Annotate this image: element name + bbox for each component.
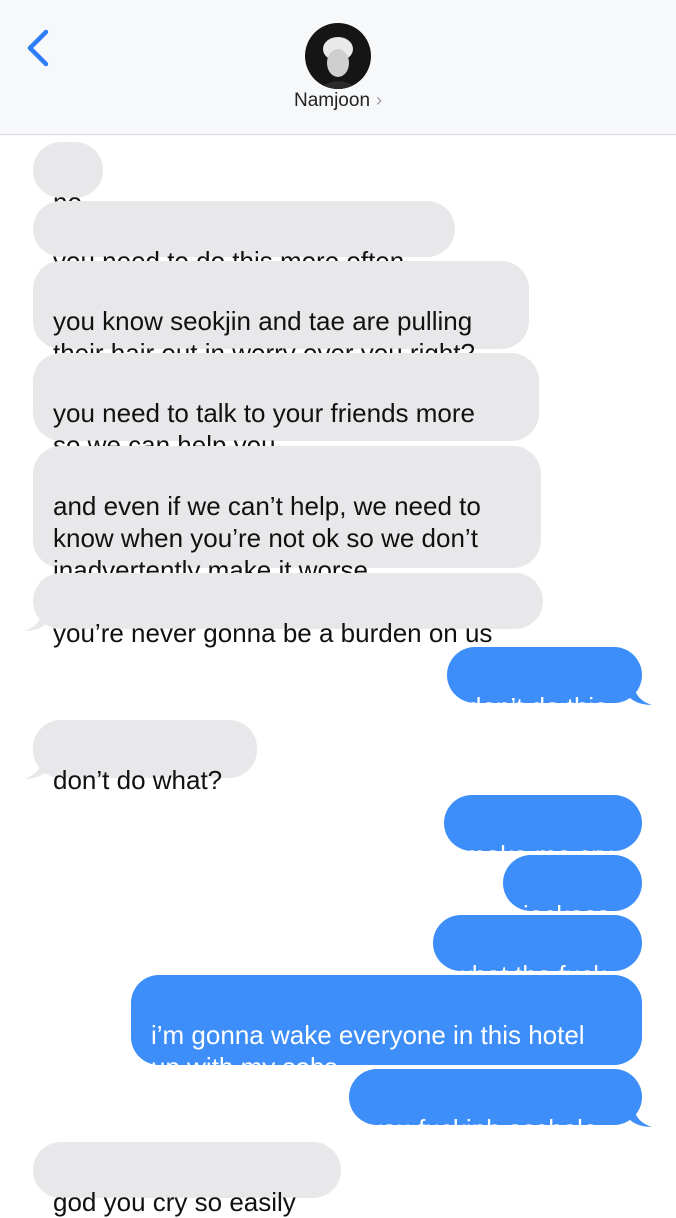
incoming-bubble-tail [24, 612, 46, 631]
message-bubble-outgoing[interactable]: you fuckinh asshole, [349, 1069, 642, 1144]
message-bubble-incoming[interactable]: you need to talk to your friends more so… [33, 353, 539, 460]
conversation-header: Namjoon › [0, 0, 676, 135]
contact-name-button[interactable]: Namjoon › [0, 90, 676, 112]
message-text: you fuckinh asshole, [369, 1114, 605, 1144]
back-chevron-icon[interactable] [22, 26, 58, 70]
message-bubble-outgoing[interactable]: don’t do this [447, 647, 642, 722]
message-bubble-incoming[interactable]: you’re never gonna be a burden on us [33, 573, 543, 648]
incoming-bubble-tail [24, 760, 46, 779]
message-bubble-incoming[interactable]: you need to do this more often [33, 201, 455, 276]
avatar[interactable] [305, 23, 371, 89]
message-bubble-outgoing[interactable]: jackass [503, 855, 642, 930]
message-bubble-incoming[interactable]: you know seokjin and tae are pulling the… [33, 261, 529, 368]
message-bubble-incoming[interactable]: and even if we can’t help, we need to kn… [33, 446, 541, 585]
message-text: don’t do what? [53, 765, 223, 795]
contact-name: Namjoon [293, 90, 371, 111]
message-bubble-outgoing[interactable]: i’m gonna wake everyone in this hotel up… [131, 975, 642, 1082]
message-text: don’t do this [467, 692, 608, 722]
message-bubble-incoming[interactable]: no [33, 142, 103, 217]
chevron-right-icon: › [376, 90, 383, 110]
message-bubble-incoming[interactable]: don’t do what? [33, 720, 257, 795]
outgoing-bubble-tail [630, 1108, 652, 1127]
message-text: god you cry so easily [53, 1187, 296, 1217]
message-bubble-incoming[interactable]: god you cry so easily [33, 1142, 341, 1217]
message-text: and even if we can’t help, we need to kn… [53, 491, 481, 585]
message-text: you’re never gonna be a burden on us [53, 618, 493, 648]
message-bubble-outgoing[interactable]: make me cry [444, 795, 642, 870]
outgoing-bubble-tail [630, 686, 652, 705]
message-bubble-outgoing[interactable]: what the fuck [433, 915, 642, 990]
